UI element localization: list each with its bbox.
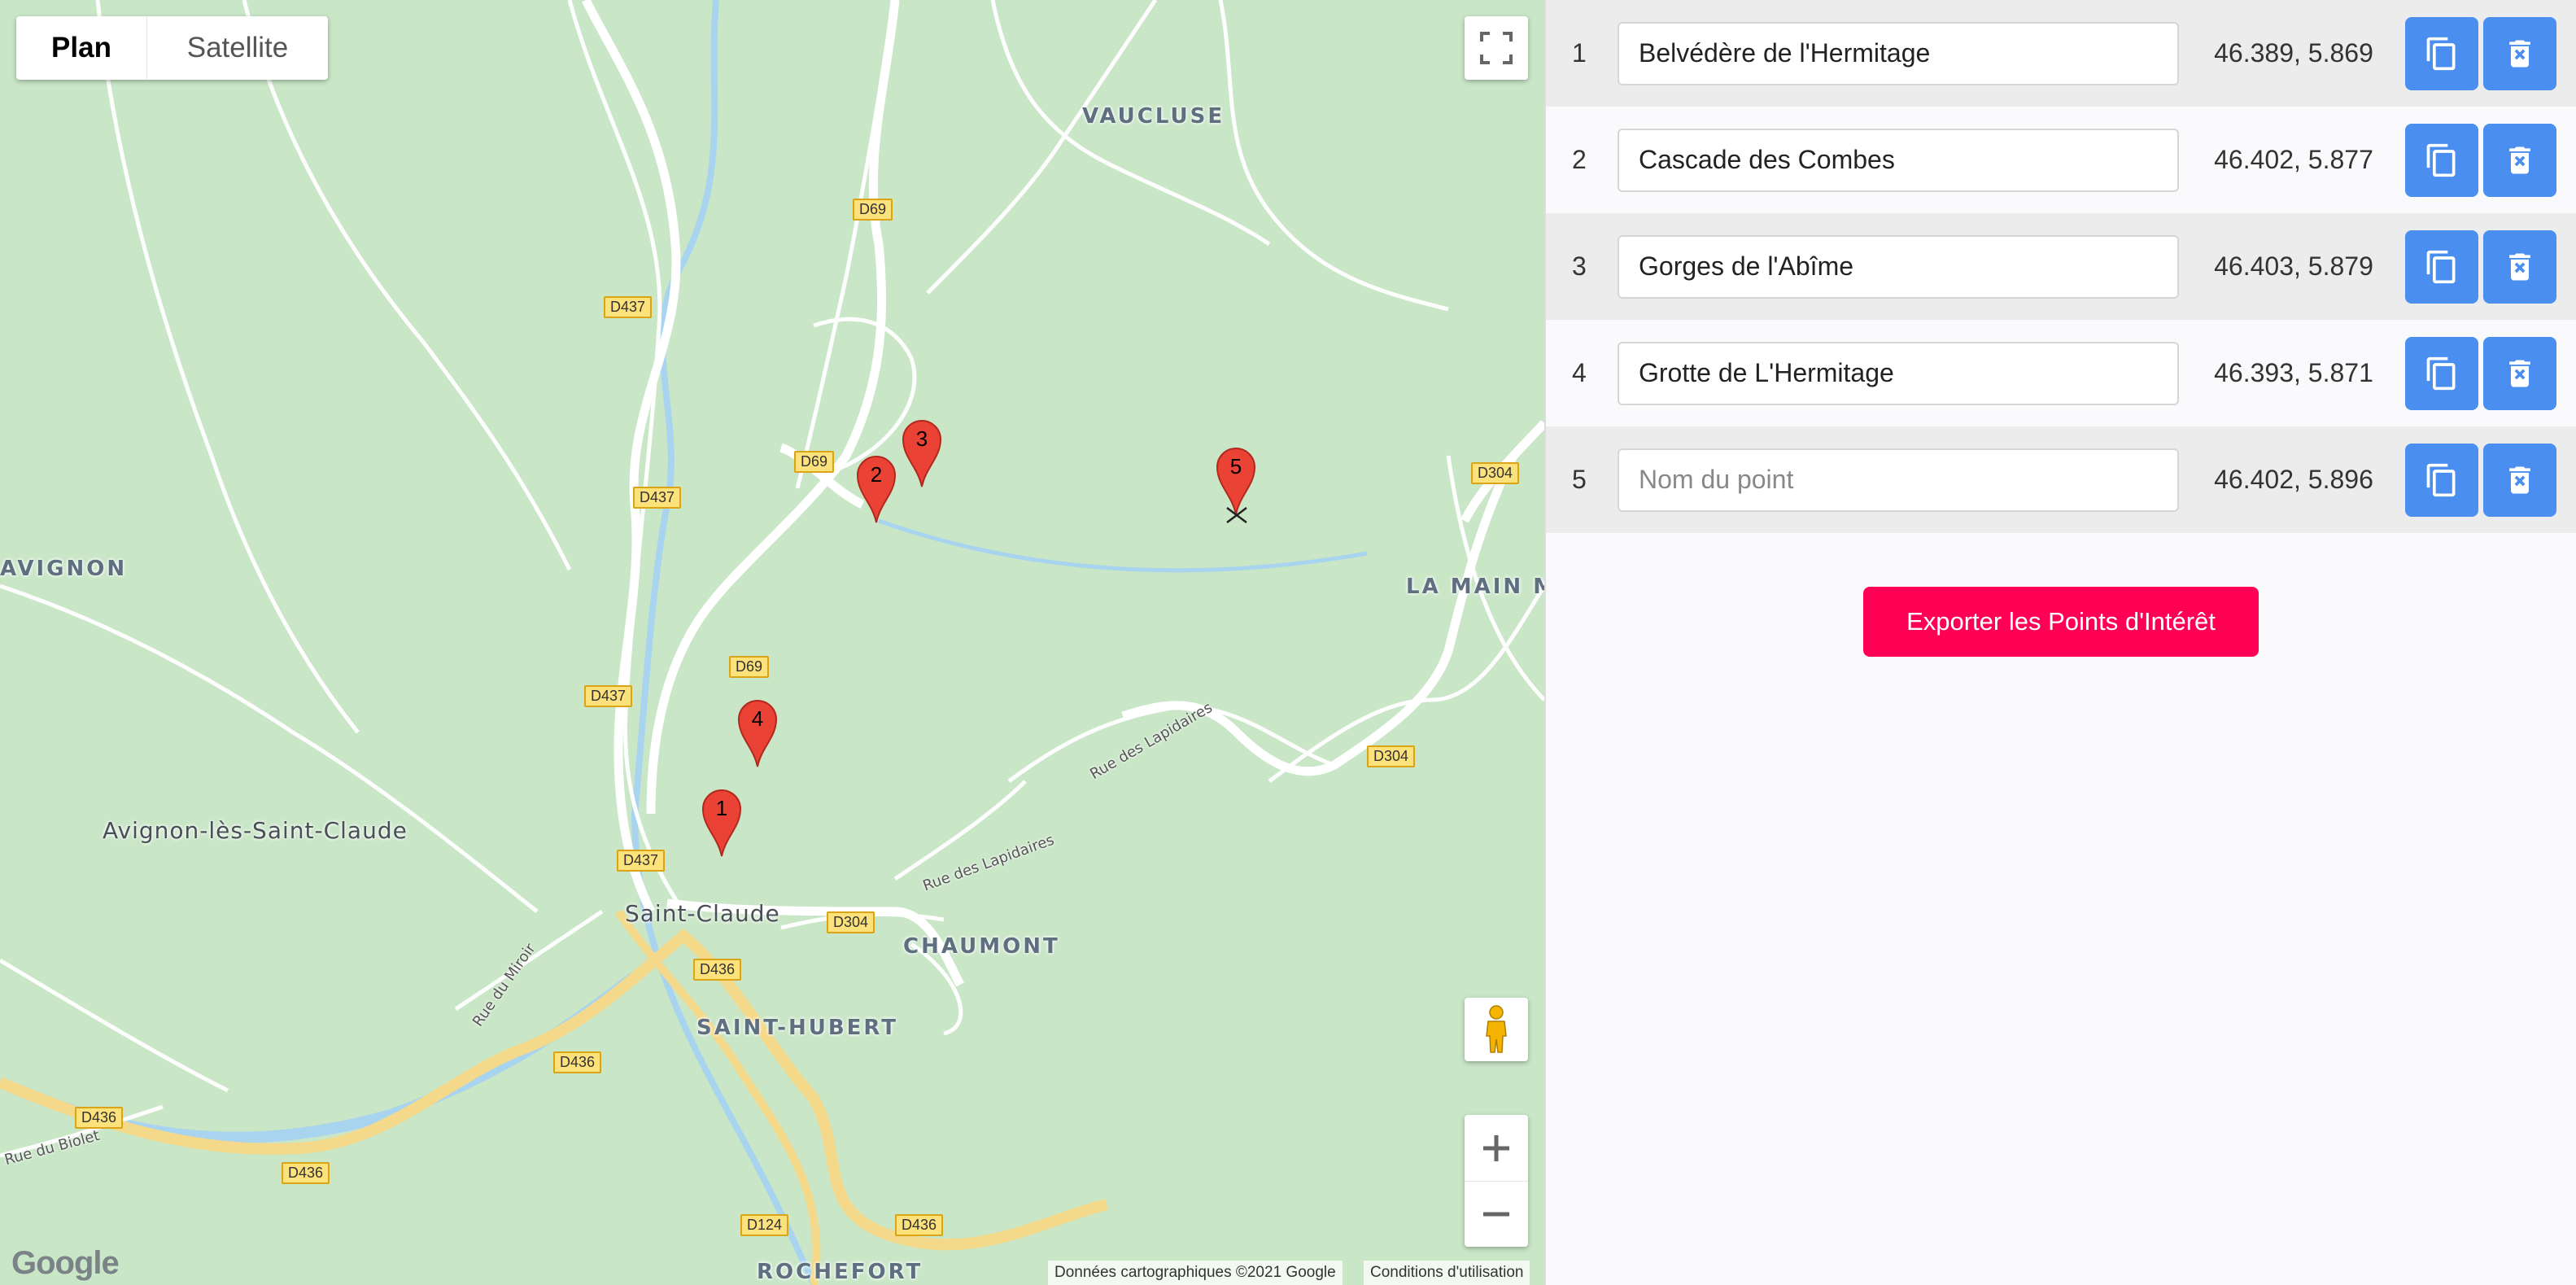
road-shield: D436 (693, 959, 742, 981)
map-type-plan-button[interactable]: Plan (16, 16, 147, 80)
point-coords: 46.402, 5.896 (2214, 465, 2373, 494)
road-shield: D124 (740, 1214, 789, 1236)
road-shield: D436 (895, 1214, 944, 1236)
road-shield: D304 (1367, 745, 1416, 767)
copy-icon (2426, 356, 2456, 390)
copy-icon (2426, 37, 2456, 70)
point-index: 3 (1572, 251, 1587, 281)
trash-icon (2509, 466, 2530, 493)
point-name-input[interactable] (1618, 234, 2179, 299)
zoom-in-button[interactable] (1465, 1116, 1528, 1182)
road-shield: D437 (584, 685, 633, 707)
point-name-input[interactable] (1618, 128, 2179, 192)
point-index: 2 (1572, 145, 1587, 174)
point-index: 4 (1572, 358, 1587, 387)
copy-icon (2426, 250, 2456, 283)
point-name-input[interactable] (1618, 448, 2179, 512)
road-shield: D69 (853, 199, 893, 221)
label-saint-claude: Saint-Claude (625, 900, 780, 927)
point-coords: 46.389, 5.869 (2214, 38, 2373, 68)
point-row: 4 46.393, 5.871 (1546, 320, 2576, 426)
delete-button[interactable] (2483, 336, 2556, 410)
label-la-main: LA MAIN MO (1406, 575, 1544, 599)
copy-button[interactable] (2405, 229, 2478, 304)
delete-button[interactable] (2483, 16, 2556, 90)
road-shield: D436 (75, 1107, 124, 1129)
road-shield: D304 (827, 911, 875, 933)
label-rochefort: ROCHEFORT (757, 1260, 923, 1284)
copy-button[interactable] (2405, 123, 2478, 197)
minus-icon (1483, 1212, 1509, 1216)
copy-button[interactable] (2405, 443, 2478, 517)
point-row: 5 46.402, 5.896 (1546, 426, 2576, 533)
drag-cross-icon (1226, 507, 1247, 523)
map-marker-2[interactable]: 2 (856, 454, 897, 524)
trash-icon (2509, 360, 2530, 387)
label-chaumont: CHAUMONT (903, 934, 1060, 959)
copy-button[interactable] (2405, 336, 2478, 410)
road-shield: D437 (617, 850, 666, 872)
point-index: 1 (1572, 38, 1587, 68)
road-shield: D304 (1471, 462, 1520, 484)
plus-icon (1483, 1134, 1509, 1161)
map-marker-1[interactable]: 1 (701, 788, 742, 858)
trash-icon (2509, 253, 2530, 280)
export-button[interactable]: Exporter les Points d'Intérêt (1863, 587, 2259, 657)
road-shield: D436 (282, 1162, 330, 1184)
map-marker-4[interactable]: 4 (737, 698, 778, 768)
street-view-button[interactable] (1465, 998, 1528, 1061)
trash-icon (2509, 40, 2530, 67)
label-avignon: AVIGNON (0, 557, 128, 581)
point-coords: 46.403, 5.879 (2214, 251, 2373, 281)
fullscreen-button[interactable] (1465, 16, 1528, 80)
road-shield: D437 (604, 296, 653, 318)
zoom-out-button[interactable] (1465, 1182, 1528, 1247)
label-vaucluse: VAUCLUSE (1082, 104, 1225, 129)
road-shield: D437 (633, 487, 682, 509)
point-coords: 46.402, 5.877 (2214, 145, 2373, 174)
road-shield: D436 (553, 1051, 602, 1073)
copy-icon (2426, 143, 2456, 177)
copy-button[interactable] (2405, 16, 2478, 90)
pegman-icon (1486, 1005, 1507, 1053)
label-avignon-les-saint-claude: Avignon-lès-Saint-Claude (103, 817, 408, 844)
map-attribution: Données cartographiques ©2021 Google (1048, 1261, 1343, 1285)
point-coords: 46.393, 5.871 (2214, 358, 2373, 387)
trash-icon (2509, 146, 2530, 173)
terms-link[interactable]: Conditions d'utilisation (1364, 1261, 1530, 1285)
delete-button[interactable] (2483, 123, 2556, 197)
map-roads (0, 0, 1544, 1285)
road-shield: D69 (794, 451, 835, 473)
fullscreen-icon (1480, 32, 1513, 64)
point-row: 1 46.389, 5.869 (1546, 0, 2576, 107)
map-marker-3[interactable]: 3 (902, 418, 942, 488)
delete-button[interactable] (2483, 229, 2556, 304)
road-shield: D69 (729, 656, 770, 678)
zoom-control (1465, 1115, 1528, 1247)
point-row: 2 46.402, 5.877 (1546, 107, 2576, 213)
google-logo: Google (11, 1245, 120, 1281)
point-name-input[interactable] (1618, 341, 2179, 405)
copy-icon (2426, 463, 2456, 496)
map-type-satellite-button[interactable]: Satellite (147, 16, 328, 80)
point-name-input[interactable] (1618, 21, 2179, 85)
point-row: 3 46.403, 5.879 (1546, 213, 2576, 320)
label-saint-hubert: SAINT-HUBERT (696, 1016, 899, 1040)
point-index: 5 (1572, 465, 1587, 494)
delete-button[interactable] (2483, 443, 2556, 517)
map-type-control: Plan Satellite (16, 16, 328, 80)
map-canvas[interactable]: VAUCLUSE AVIGNON LA MAIN MO Avignon-lès-… (0, 0, 1544, 1285)
